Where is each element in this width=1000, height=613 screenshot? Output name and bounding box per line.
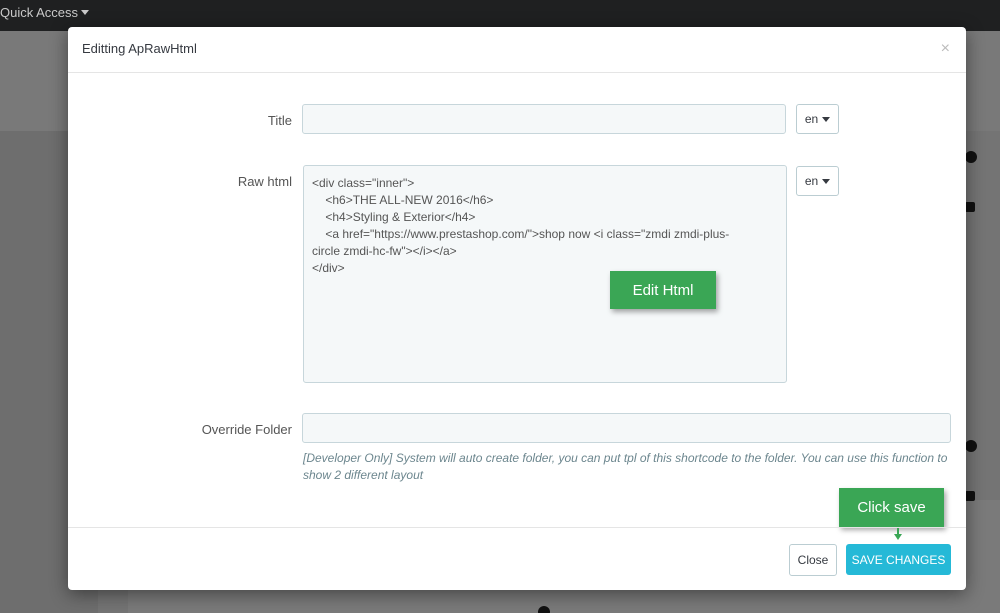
click-save-annotation: Click save bbox=[839, 488, 944, 527]
annotation-arrow-line bbox=[897, 527, 899, 534]
close-icon[interactable]: × bbox=[941, 40, 950, 58]
code-line: <h6>THE ALL-NEW 2016</h6> bbox=[312, 193, 494, 207]
override-folder-input[interactable] bbox=[302, 413, 951, 443]
close-button[interactable]: Close bbox=[789, 544, 837, 576]
annotation-arrow-icon bbox=[894, 534, 902, 540]
code-line: <div class="inner"> bbox=[312, 176, 415, 190]
modal-header: Editting ApRawHtml × bbox=[68, 27, 966, 73]
raw-html-label: Raw html bbox=[237, 174, 292, 189]
arrow-down-circle-icon bbox=[965, 151, 977, 163]
code-line: <a href="https://www.prestashop.com/">sh… bbox=[312, 227, 730, 241]
code-line: <h4>Styling & Exterior</h4> bbox=[312, 210, 476, 224]
arrow-down-circle-icon bbox=[965, 440, 977, 452]
raw-html-language-label: en bbox=[804, 174, 819, 188]
title-label: Title bbox=[267, 113, 292, 128]
caret-down-icon bbox=[81, 10, 90, 15]
quick-access-label: Quick Access bbox=[0, 5, 79, 20]
edit-html-annotation: Edit Html bbox=[610, 271, 716, 309]
raw-html-language-dropdown[interactable]: en bbox=[796, 166, 839, 196]
title-input[interactable] bbox=[302, 104, 786, 134]
override-folder-hint: [Developer Only] System will auto create… bbox=[303, 451, 948, 482]
quick-access-menu[interactable]: Quick Access bbox=[0, 5, 90, 20]
caret-down-icon bbox=[822, 116, 831, 122]
code-line: circle zmdi-hc-fw"></i></a> bbox=[312, 244, 457, 258]
title-language-dropdown[interactable]: en bbox=[796, 104, 839, 134]
caret-down-icon bbox=[822, 178, 831, 184]
modal-title: Editting ApRawHtml bbox=[82, 41, 197, 56]
plus-square-icon bbox=[965, 491, 975, 501]
plus-square-icon bbox=[965, 202, 975, 212]
override-folder-label: Override Folder bbox=[201, 422, 292, 437]
save-changes-button[interactable]: SAVE CHANGES bbox=[846, 544, 951, 575]
plus-circle-icon bbox=[538, 606, 550, 613]
title-language-label: en bbox=[804, 112, 819, 126]
